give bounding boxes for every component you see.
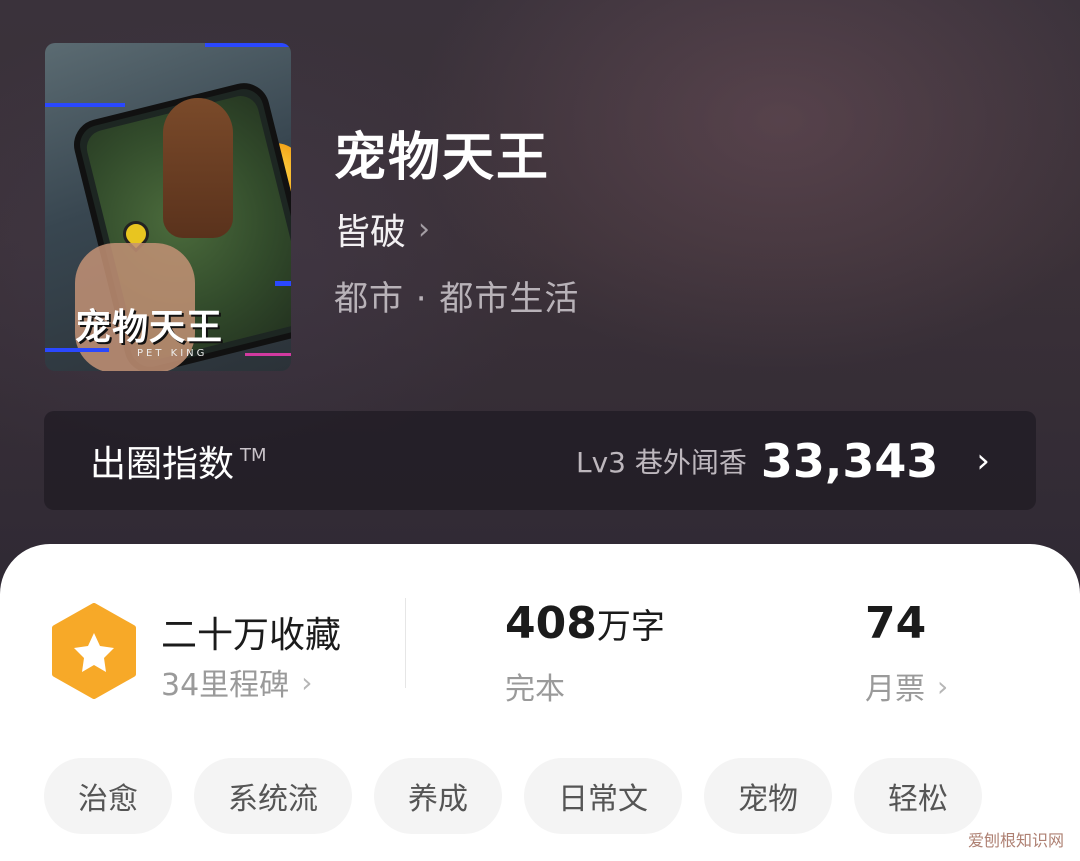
- book-genre: 都市 · 都市生活: [334, 279, 580, 319]
- monthly-votes: 74: [865, 598, 926, 649]
- monthly-votes-number: 74: [865, 598, 927, 649]
- chevron-right-icon: ›: [937, 669, 949, 703]
- tag-chip[interactable]: 宠物: [704, 758, 832, 834]
- watermark: 爱刨根知识网: [967, 831, 1064, 850]
- completion-status: 完本: [505, 672, 565, 707]
- cover-dog: [163, 98, 233, 238]
- tag-chip[interactable]: 日常文: [524, 758, 682, 834]
- milestone-link[interactable]: 34里程碑 ›: [161, 660, 312, 704]
- tag-chip[interactable]: 系统流: [194, 758, 352, 834]
- cover-subtitle: PET KING: [137, 348, 208, 359]
- tag-chip[interactable]: 轻松: [854, 758, 982, 834]
- stat-divider: [405, 598, 406, 688]
- tag-chip[interactable]: 养成: [374, 758, 502, 834]
- chevron-right-icon: ›: [301, 665, 313, 699]
- cover-title: 宠物天王: [75, 307, 224, 348]
- book-title: 宠物天王: [334, 127, 551, 188]
- collect-count: 二十万收藏: [161, 615, 342, 656]
- tag-chip[interactable]: 治愈: [44, 758, 172, 834]
- word-count: 408万字: [505, 598, 665, 649]
- milestone-label: 34里程碑: [161, 668, 290, 703]
- chevron-right-icon: ›: [418, 211, 431, 247]
- popularity-index-bar[interactable]: 出圈指数 TM Lv3 巷外闻香 33,343 ›: [44, 411, 1036, 510]
- author-link[interactable]: 皆破 ›: [334, 203, 430, 255]
- word-count-number: 408: [505, 598, 597, 649]
- tag-list: 治愈 系统流 养成 日常文 宠物 轻松: [44, 758, 982, 834]
- chevron-right-icon: ›: [976, 440, 990, 481]
- index-level: Lv3 巷外闻香: [575, 445, 747, 479]
- index-label: 出圈指数: [90, 443, 235, 485]
- word-count-unit: 万字: [596, 607, 665, 647]
- author-name: 皆破: [334, 212, 407, 253]
- index-value: 33,343: [760, 433, 939, 488]
- star-badge-icon: [52, 603, 136, 699]
- book-cover[interactable]: 宠物天王 PET KING: [45, 43, 291, 371]
- monthly-votes-label: 月票: [865, 672, 925, 707]
- trademark-mark: TM: [240, 445, 267, 466]
- monthly-votes-link[interactable]: 月票 ›: [865, 664, 948, 708]
